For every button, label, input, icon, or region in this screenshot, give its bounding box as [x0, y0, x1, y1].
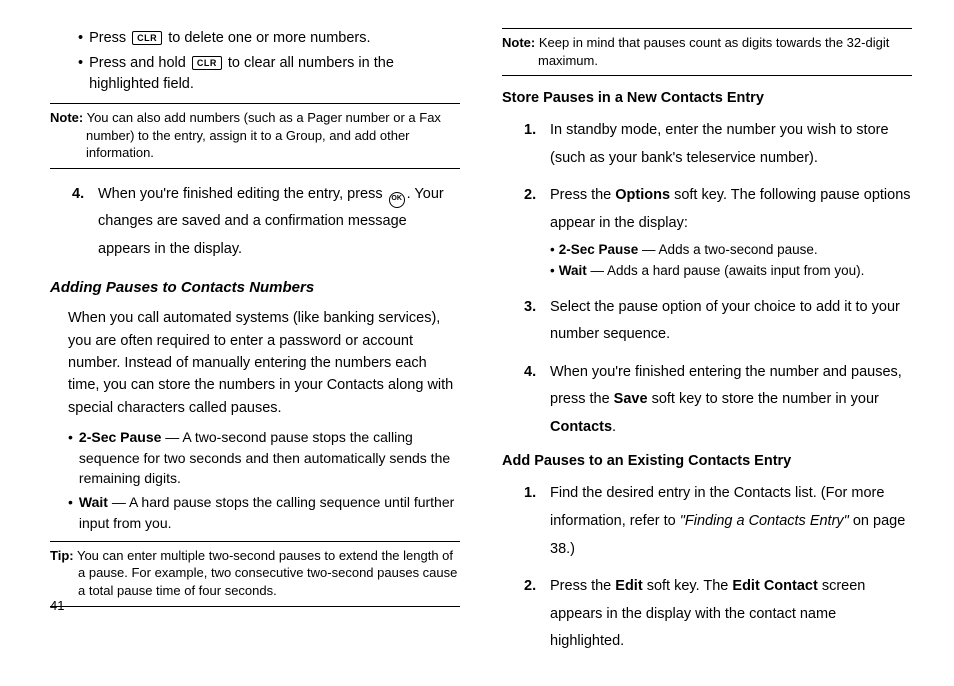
- step-item: 4. When you're finished entering the num…: [524, 359, 912, 442]
- bold-text: Save: [614, 391, 648, 407]
- note-label: Note:: [50, 110, 83, 125]
- definition-text: 2-Sec Pause — A two-second pause stops t…: [79, 427, 460, 488]
- text: .: [612, 419, 616, 435]
- paragraph: When you call automated systems (like ba…: [68, 307, 460, 419]
- step-number: 2.: [524, 182, 550, 286]
- note-box: Note: You can also add numbers (such as …: [50, 103, 460, 169]
- text: soft key to store the number in your: [648, 391, 879, 407]
- text: Press: [89, 30, 130, 46]
- bullet-text: Press and hold CLR to clear all numbers …: [89, 53, 460, 95]
- sub-text: 2-Sec Pause — Adds a two-second pause.: [559, 241, 818, 259]
- tip-box: Tip: You can enter multiple two-second p…: [50, 541, 460, 607]
- tip-label: Tip:: [50, 548, 74, 563]
- definition-list: • 2-Sec Pause — A two-second pause stops…: [68, 427, 460, 532]
- step-text: When you're finished entering the number…: [550, 359, 912, 442]
- list-item: • Wait — Adds a hard pause (awaits input…: [550, 262, 912, 280]
- step-item: 2. Press the Options soft key. The follo…: [524, 182, 912, 286]
- right-column: Note: Keep in mind that pauses count as …: [502, 28, 912, 666]
- bold-text: Edit Contact: [732, 578, 817, 594]
- bold-text: Options: [615, 187, 670, 203]
- tip-text: You can enter multiple two-second pauses…: [74, 548, 458, 598]
- term: 2-Sec Pause: [559, 242, 639, 257]
- left-column: • Press CLR to delete one or more number…: [50, 28, 460, 666]
- step-text: Press the Options soft key. The followin…: [550, 182, 912, 286]
- step-item: 2. Press the Edit soft key. The Edit Con…: [524, 573, 912, 656]
- section-heading: Store Pauses in a New Contacts Entry: [502, 88, 912, 109]
- step-number: 4.: [524, 359, 550, 442]
- step-text: Press the Edit soft key. The Edit Contac…: [550, 573, 912, 656]
- page-number: 41: [50, 598, 64, 613]
- definition-text: Wait — A hard pause stops the calling se…: [79, 492, 460, 533]
- text: — Adds a two-second pause.: [638, 242, 817, 257]
- bullet-dot: •: [550, 241, 555, 259]
- bullet-dot: •: [78, 28, 83, 49]
- note-content: Note: Keep in mind that pauses count as …: [502, 34, 912, 69]
- step-number: 1.: [524, 480, 550, 563]
- text: to delete one or more numbers.: [164, 30, 370, 46]
- text: Press and hold: [89, 55, 190, 71]
- list-item: • 2-Sec Pause — Adds a two-second pause.: [550, 241, 912, 259]
- step-number: 2.: [524, 573, 550, 656]
- press-bullets: • Press CLR to delete one or more number…: [78, 28, 460, 95]
- bullet-dot: •: [68, 427, 73, 488]
- sub-bullet-list: • 2-Sec Pause — Adds a two-second pause.…: [550, 241, 912, 279]
- step-text: Find the desired entry in the Contacts l…: [550, 480, 912, 563]
- text: When you're finished editing the entry, …: [98, 186, 387, 202]
- bold-text: Contacts: [550, 419, 612, 435]
- note-text: You can also add numbers (such as a Page…: [83, 110, 441, 160]
- step-number: 4.: [72, 181, 98, 264]
- bold-text: Edit: [615, 578, 642, 594]
- text: Press the: [550, 578, 615, 594]
- note-text: Keep in mind that pauses count as digits…: [535, 35, 889, 68]
- text: — A hard pause stops the calling sequenc…: [79, 494, 454, 530]
- section-heading: Adding Pauses to Contacts Numbers: [50, 277, 460, 299]
- step-text: Select the pause option of your choice t…: [550, 294, 912, 349]
- step-number: 3.: [524, 294, 550, 349]
- manual-page: • Press CLR to delete one or more number…: [0, 0, 954, 686]
- ok-key-icon: OK: [389, 192, 405, 208]
- cross-reference: "Finding a Contacts Entry": [680, 513, 849, 529]
- bullet-dot: •: [78, 53, 83, 95]
- text: Press the: [550, 187, 615, 203]
- note-label: Note:: [502, 35, 535, 50]
- note-box: Note: Keep in mind that pauses count as …: [502, 28, 912, 76]
- bullet-text: Press CLR to delete one or more numbers.: [89, 28, 370, 49]
- text: soft key. The: [643, 578, 733, 594]
- text: — Adds a hard pause (awaits input from y…: [587, 263, 865, 278]
- step-item: 4. When you're finished editing the entr…: [72, 181, 460, 264]
- step-item: 1. In standby mode, enter the number you…: [524, 117, 912, 172]
- step-item: 1. Find the desired entry in the Contact…: [524, 480, 912, 563]
- bullet-dot: •: [550, 262, 555, 280]
- bullet-dot: •: [68, 492, 73, 533]
- list-item: • Wait — A hard pause stops the calling …: [68, 492, 460, 533]
- clr-key-icon: CLR: [192, 56, 222, 70]
- step-number: 1.: [524, 117, 550, 172]
- term: 2-Sec Pause: [79, 429, 162, 445]
- list-item: • 2-Sec Pause — A two-second pause stops…: [68, 427, 460, 488]
- list-item: • Press CLR to delete one or more number…: [78, 28, 460, 49]
- tip-content: Tip: You can enter multiple two-second p…: [50, 547, 460, 600]
- term: Wait: [559, 263, 587, 278]
- step-item: 3. Select the pause option of your choic…: [524, 294, 912, 349]
- sub-text: Wait — Adds a hard pause (awaits input f…: [559, 262, 865, 280]
- section-heading: Add Pauses to an Existing Contacts Entry: [502, 451, 912, 472]
- step-text: In standby mode, enter the number you wi…: [550, 117, 912, 172]
- note-content: Note: You can also add numbers (such as …: [50, 109, 460, 162]
- step-text: When you're finished editing the entry, …: [98, 181, 460, 264]
- list-item: • Press and hold CLR to clear all number…: [78, 53, 460, 95]
- term: Wait: [79, 494, 108, 510]
- clr-key-icon: CLR: [132, 31, 162, 45]
